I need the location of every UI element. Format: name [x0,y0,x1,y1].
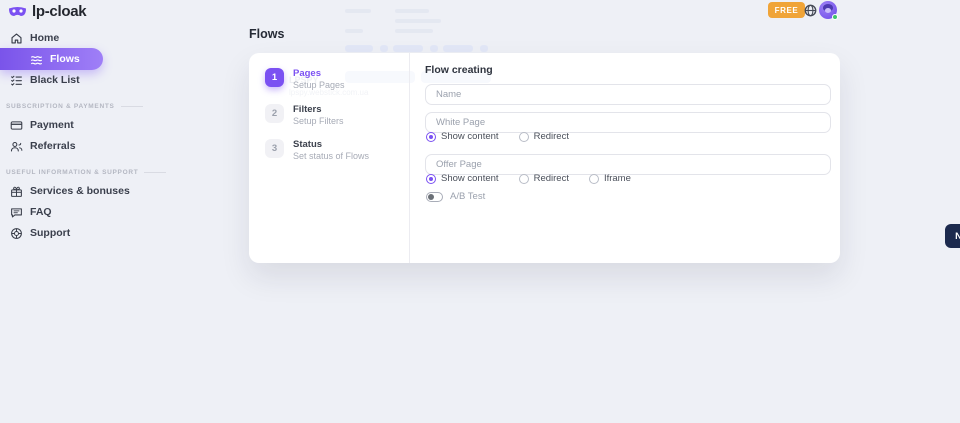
gift-icon [10,185,23,198]
referrals-icon [10,140,23,153]
section-rule [144,172,166,173]
lifebuoy-icon [10,227,23,240]
step-pages[interactable]: 1 Pages Setup Pages [265,68,345,90]
next-step-button[interactable]: Next step [945,224,960,248]
app-window: lp-cloak FREE Home Flows [0,0,960,423]
section-rule [121,106,143,107]
step-number: 2 [265,104,284,123]
flow-creating-modal: LPSPY lpspy.webstick.com.ua 1 Pages Setu… [249,53,840,263]
toggle-switch-icon [426,192,443,202]
step-number: 3 [265,139,284,158]
sidebar-item-black-list[interactable]: Black List [10,72,80,88]
ab-test-toggle[interactable]: A/B Test [426,191,485,202]
radio-dot [426,132,436,142]
offer-page-mode-radios: Show content Redirect Iframe [426,173,631,184]
modal-divider [409,53,410,263]
modal-steps-panel: 1 Pages Setup Pages 2 Filters Setup Filt… [249,53,409,263]
sidebar-item-home[interactable]: Home [10,30,59,46]
sidebar-item-services-bonuses[interactable]: Services & bonuses [10,183,130,199]
white-page-mode-radios: Show content Redirect [426,131,569,142]
radio-show-content[interactable]: Show content [426,173,499,184]
brand-name: lp-cloak [32,3,86,20]
radio-iframe[interactable]: Iframe [589,173,631,184]
modal-title: Flow creating [425,64,493,76]
home-icon [10,32,23,45]
radio-dot [519,132,529,142]
online-status-dot [832,14,838,20]
radio-show-content[interactable]: Show content [426,131,499,142]
name-input[interactable] [425,84,831,105]
sidebar-section-subscription: SUBSCRIPTION & PAYMENTS [6,101,143,111]
black-list-icon [10,74,23,87]
plan-badge-button[interactable]: FREE [768,2,805,18]
offer-page-input[interactable] [425,154,831,175]
flows-icon [30,53,43,66]
language-globe-icon[interactable] [804,4,817,17]
sidebar-item-payment[interactable]: Payment [10,117,74,133]
step-number: 1 [265,68,284,87]
radio-dot [426,174,436,184]
sidebar-item-support[interactable]: Support [10,225,70,241]
radio-dot [519,174,529,184]
mask-icon [8,4,27,20]
sidebar-item-referrals[interactable]: Referrals [10,138,76,154]
brand-logo[interactable]: lp-cloak [8,3,86,20]
radio-dot [589,174,599,184]
page-title: Flows [249,27,284,41]
sidebar-item-faq[interactable]: FAQ [10,204,52,220]
chat-icon [10,206,23,219]
step-status[interactable]: 3 Status Set status of Flows [265,139,369,161]
flow-form: Flow creating Show content Redirect Show… [425,53,832,263]
sidebar-item-flows[interactable]: Flows [0,48,103,70]
radio-redirect[interactable]: Redirect [519,131,569,142]
step-filters[interactable]: 2 Filters Setup Filters [265,104,344,126]
user-avatar[interactable] [819,1,837,19]
white-page-input[interactable] [425,112,831,133]
payment-icon [10,119,23,132]
sidebar-section-support: USEFUL INFORMATION & SUPPORT [6,167,166,177]
radio-redirect[interactable]: Redirect [519,173,569,184]
